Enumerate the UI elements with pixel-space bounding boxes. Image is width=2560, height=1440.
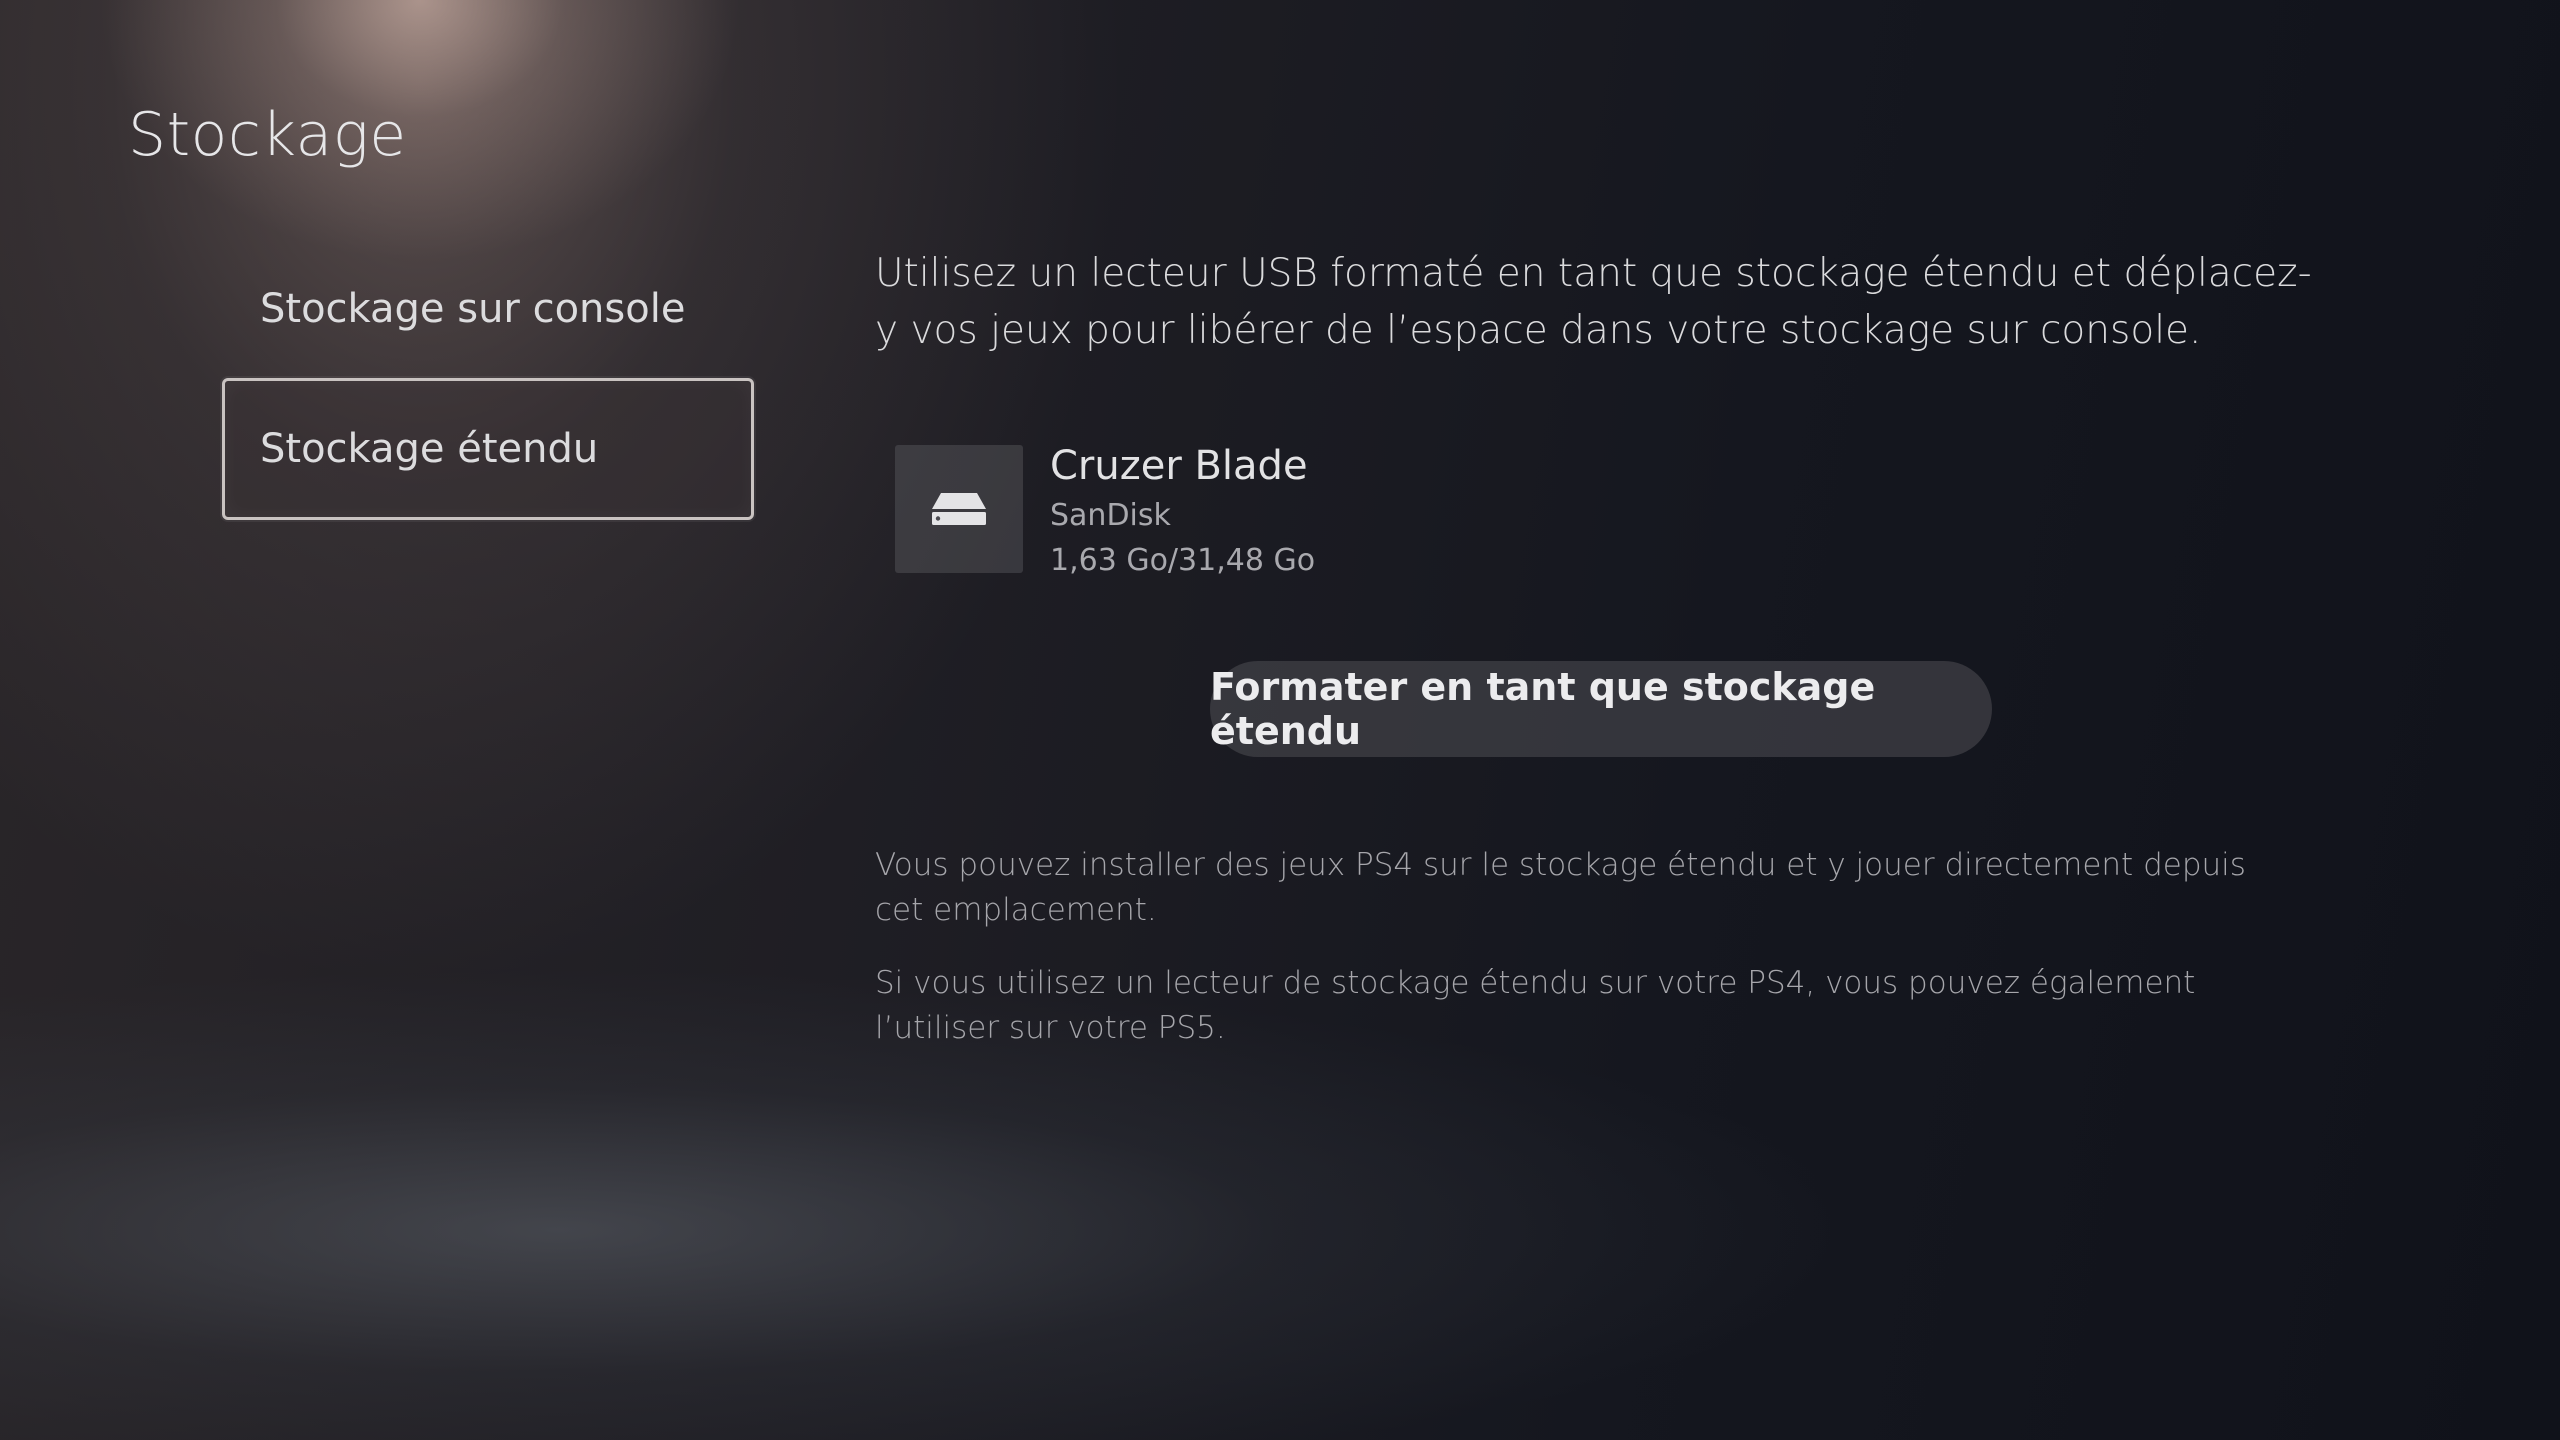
note-ps4-games: Vous pouvez installer des jeux PS4 sur l… xyxy=(875,847,2246,928)
main-content: Utilisez un lecteur USB formaté en tant … xyxy=(875,245,2315,1046)
device-usage: 1,63 Go/31,48 Go xyxy=(1050,543,1316,578)
notes: Vous pouvez installer des jeux PS4 sur l… xyxy=(875,843,2295,1079)
device-brand: SanDisk xyxy=(1050,498,1171,533)
device-info: Cruzer Blade SanDisk 1,63 Go/31,48 Go xyxy=(1050,439,1315,583)
device-card: Cruzer Blade SanDisk 1,63 Go/31,48 Go xyxy=(895,443,1315,583)
note-ps4-drive: Si vous utilisez un lecteur de stockage … xyxy=(875,965,2196,1046)
sidebar-item-label: Stockage étendu xyxy=(260,426,599,472)
usb-drive-icon xyxy=(895,445,1023,573)
device-name: Cruzer Blade xyxy=(1050,443,1308,489)
usb-drive-icon-glyph xyxy=(932,493,986,525)
sidebar: Stockage sur console Stockage étendu xyxy=(222,240,754,520)
sidebar-item-console-storage[interactable]: Stockage sur console xyxy=(222,240,754,378)
sidebar-item-label: Stockage sur console xyxy=(260,286,686,332)
page-title: Stockage xyxy=(128,100,407,170)
format-extended-storage-button[interactable]: Formater en tant que stockage étendu xyxy=(1210,661,1992,757)
intro-text: Utilisez un lecteur USB formaté en tant … xyxy=(875,251,2312,353)
sidebar-item-extended-storage[interactable]: Stockage étendu xyxy=(222,378,754,520)
